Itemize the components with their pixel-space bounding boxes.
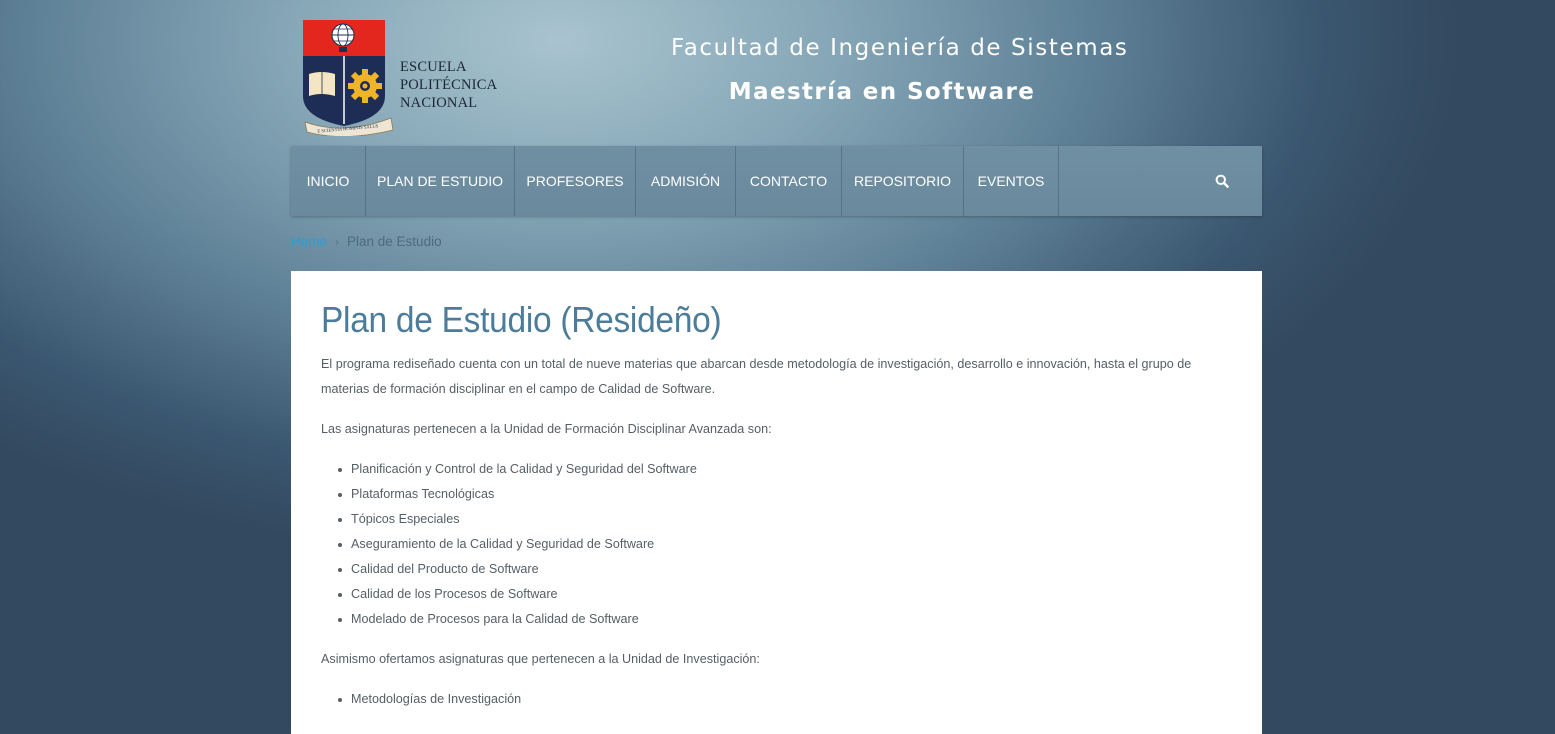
nav-item-contacto[interactable]: CONTACTO <box>736 146 842 216</box>
page-title: Plan de Estudio (Resideño) <box>321 299 722 340</box>
list-item: Plataformas Tecnológicas <box>338 482 1236 507</box>
epn-shield-logo: E SCIENTIA HOMINIS SALUS <box>303 20 394 136</box>
unit2-list: Metodologías de Investigación <box>321 687 1236 712</box>
list-item: Aseguramiento de la Calidad y Seguridad … <box>338 532 1236 557</box>
nav-item-profesores[interactable]: PROFESORES <box>515 146 636 216</box>
intro-paragraph: El programa rediseñado cuenta con un tot… <box>321 357 1192 396</box>
unit1-intro: Las asignaturas pertenecen a la Unidad d… <box>321 422 772 436</box>
nav-item-repositorio[interactable]: REPOSITORIO <box>842 146 964 216</box>
list-item: Planificación y Control de la Calidad y … <box>338 457 1236 482</box>
logo-text: ESCUELA POLITÉCNICA NACIONAL <box>400 58 497 112</box>
search-icon <box>1215 174 1229 188</box>
chevron-right-icon: › <box>335 234 340 249</box>
main-nav: INICIO PLAN DE ESTUDIO PROFESORES ADMISI… <box>291 146 1262 216</box>
content-card: Plan de Estudio (Resideño) El programa r… <box>291 271 1262 734</box>
site-titles: Facultad de Ingeniería de Sistemas Maest… <box>671 30 1129 110</box>
faculty-title: Facultad de Ingeniería de Sistemas <box>671 35 1129 61</box>
list-item: Tópicos Especiales <box>338 507 1236 532</box>
breadcrumb-home-link[interactable]: Home <box>291 234 327 249</box>
nav-item-plan-de-estudio[interactable]: PLAN DE ESTUDIO <box>366 146 515 216</box>
logo-line-3: NACIONAL <box>400 95 478 111</box>
nav-item-inicio[interactable]: INICIO <box>291 146 366 216</box>
list-item: Calidad de los Procesos de Software <box>338 582 1236 607</box>
article: Plan de Estudio (Resideño) El programa r… <box>321 295 1236 712</box>
program-title: Maestría en Software <box>728 79 1036 105</box>
nav-item-eventos[interactable]: EVENTOS <box>964 146 1059 216</box>
list-item: Calidad del Producto de Software <box>338 557 1236 582</box>
site-logo[interactable]: E SCIENTIA HOMINIS SALUS ESCUELA POLITÉC… <box>301 18 501 136</box>
logo-line-2: POLITÉCNICA <box>400 77 498 93</box>
unit1-list: Planificación y Control de la Calidad y … <box>321 457 1236 632</box>
breadcrumb-current: Plan de Estudio <box>347 234 442 249</box>
breadcrumb: Home › Plan de Estudio <box>291 234 442 249</box>
nav-item-admision[interactable]: ADMISIÓN <box>636 146 736 216</box>
unit2-intro: Asimismo ofertamos asignaturas que perte… <box>321 652 760 666</box>
logo-line-1: ESCUELA <box>400 59 467 75</box>
search-button[interactable] <box>1204 146 1240 216</box>
list-item: Metodologías de Investigación <box>338 687 1236 712</box>
list-item: Modelado de Procesos para la Calidad de … <box>338 607 1236 632</box>
